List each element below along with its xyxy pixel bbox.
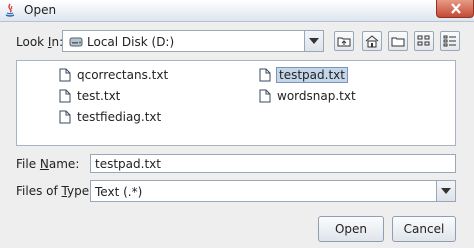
file-name-field[interactable] <box>90 154 456 173</box>
file-name-text: wordsnap.txt <box>277 89 356 103</box>
window-title: Open <box>24 3 57 17</box>
title-bar: Open <box>0 0 474 22</box>
new-folder-button[interactable] <box>388 31 408 51</box>
file-item[interactable]: test.txt <box>57 87 120 105</box>
file-list[interactable]: qcorrectans.txt test.txt testfiediag.txt… <box>16 60 456 146</box>
list-view-icon <box>417 35 430 46</box>
details-view-icon <box>443 35 456 47</box>
up-folder-icon <box>337 37 351 47</box>
file-item[interactable]: testfiediag.txt <box>57 108 161 126</box>
files-of-type-label: Files of Type: <box>16 184 94 198</box>
home-icon <box>365 35 379 48</box>
home-button[interactable] <box>362 31 382 51</box>
cancel-button[interactable]: Cancel <box>392 216 456 242</box>
file-item-selected[interactable]: testpad.txt <box>257 66 348 84</box>
open-button[interactable]: Open <box>318 216 384 242</box>
new-folder-icon <box>391 37 405 47</box>
chevron-down-icon[interactable] <box>436 181 455 201</box>
look-in-combo[interactable]: Local Disk (D:) <box>62 30 324 52</box>
look-in-value: Local Disk (D:) <box>87 35 175 49</box>
document-icon <box>259 89 271 103</box>
list-view-button[interactable] <box>414 31 434 51</box>
files-of-type-combo[interactable]: Text (.*) <box>90 180 456 202</box>
document-icon <box>259 68 271 82</box>
document-icon <box>59 110 71 124</box>
file-name-label: File Name: <box>16 157 80 171</box>
close-icon <box>451 3 461 14</box>
up-one-level-button[interactable] <box>334 31 354 51</box>
file-item[interactable]: qcorrectans.txt <box>57 66 168 84</box>
chevron-down-icon[interactable] <box>304 31 323 51</box>
files-of-type-value: Text (.*) <box>95 185 143 199</box>
close-button[interactable] <box>436 0 474 18</box>
file-name-text: testpad.txt <box>276 67 348 83</box>
look-in-label: Look In: <box>16 35 64 49</box>
file-name-text: testfiediag.txt <box>77 110 162 124</box>
file-name-text: qcorrectans.txt <box>77 68 169 82</box>
document-icon <box>59 89 71 103</box>
disk-drive-icon <box>69 37 83 47</box>
details-view-button[interactable] <box>440 31 460 51</box>
java-app-icon <box>5 3 15 17</box>
file-name-text: test.txt <box>77 89 121 103</box>
document-icon <box>59 68 71 82</box>
file-item[interactable]: wordsnap.txt <box>257 87 356 105</box>
